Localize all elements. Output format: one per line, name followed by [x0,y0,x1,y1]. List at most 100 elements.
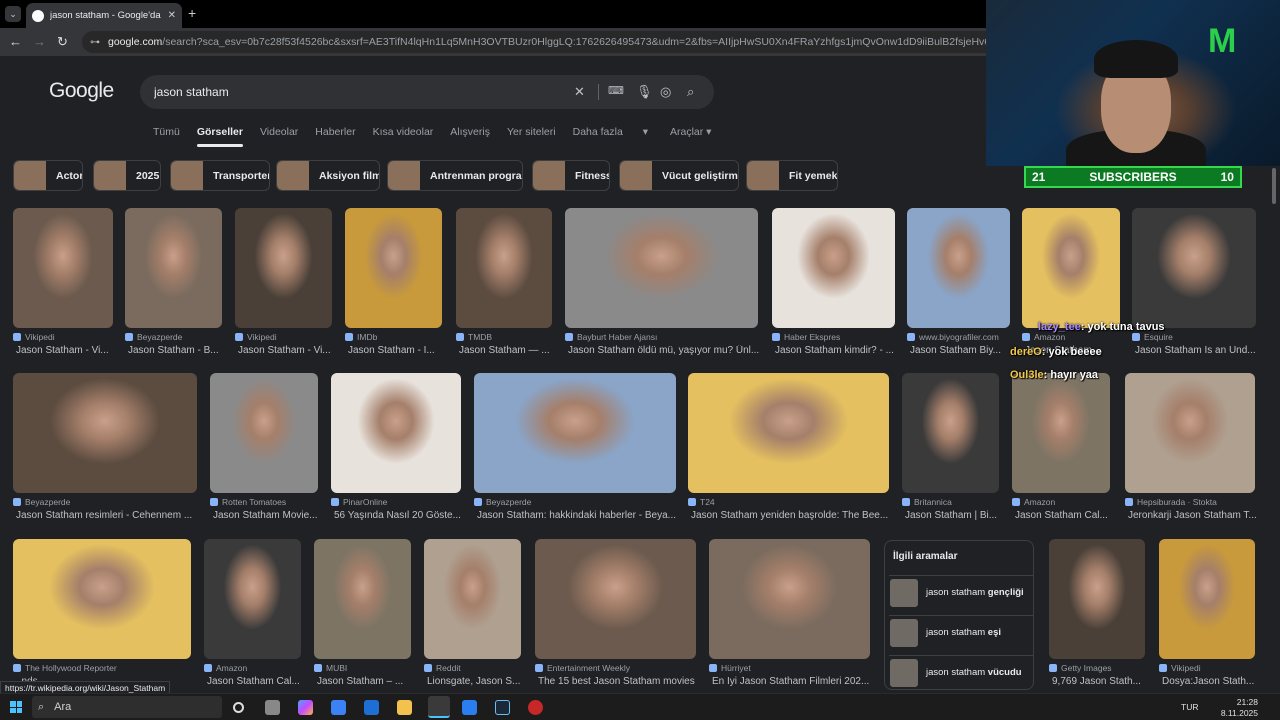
language-indicator[interactable]: TUR [1181,702,1198,712]
result-thumbnail[interactable] [331,373,461,493]
store-icon[interactable] [462,700,477,715]
result-thumbnail[interactable] [772,208,895,328]
search-box[interactable]: ✕ ⌨ 🎙 ◎ ⌕ [140,75,714,109]
result-title[interactable]: Jason Statham - Vi... [238,345,337,356]
tab-videos[interactable]: Videolar [260,126,298,138]
result-title[interactable]: Jason Statham | Bi... [905,510,1004,521]
filter-chip[interactable]: Aksiyon filmi [276,160,380,191]
related-item[interactable]: jason statham eşi [889,615,1033,649]
result-title[interactable]: Lionsgate, Jason S... [427,676,526,687]
result-source[interactable]: Getty Images [1049,663,1112,673]
result-source[interactable]: Beyazperde [13,497,70,507]
result-source[interactable]: IMDb [345,332,377,342]
result-title[interactable]: Jason Statham Movie... [213,510,323,521]
reload-icon[interactable]: ↻ [57,34,68,50]
clock[interactable]: 21:28 8.11.2025 [1221,697,1258,719]
result-thumbnail[interactable] [13,208,113,328]
result-source[interactable]: Hepsiburada · Stokta [1125,497,1217,507]
result-title[interactable]: Jason Statham — ... [459,345,557,356]
filter-chip[interactable]: Actor [13,160,83,191]
tab-news[interactable]: Haberler [315,126,355,138]
result-title[interactable]: 56 Yaşında Nasıl 20 Göste... [334,510,466,521]
result-source[interactable]: Britannica [902,497,952,507]
result-title[interactable]: Jason Statham Cal... [1015,510,1115,521]
result-thumbnail[interactable] [345,208,442,328]
chrome-icon[interactable] [428,696,450,718]
result-thumbnail[interactable] [13,539,191,659]
result-source[interactable]: Amazon [1012,497,1055,507]
result-title[interactable]: Jason Statham Is an Und... [1135,345,1261,356]
result-thumbnail[interactable] [1022,208,1120,328]
result-thumbnail[interactable] [535,539,696,659]
result-source[interactable]: MUBI [314,663,347,673]
result-title[interactable]: Dosya:Jason Stath... [1162,676,1260,687]
related-item[interactable]: jason statham gençliği [889,575,1033,609]
result-thumbnail[interactable] [1132,208,1256,328]
tab-search-button[interactable]: ⌄ [5,6,21,22]
result-title[interactable]: 9,769 Jason Stath... [1052,676,1150,687]
result-source[interactable]: Vikipedi [1159,663,1201,673]
result-source[interactable]: The Hollywood Reporter [13,663,117,673]
result-source[interactable]: Bayburt Haber Ajansı [565,332,657,342]
result-thumbnail[interactable] [709,539,870,659]
result-title[interactable]: En İyi Jason Statham Filmleri 202... [712,676,875,687]
taskbar-search[interactable]: ⌕ Ara [32,696,222,718]
result-thumbnail[interactable] [125,208,222,328]
windows-start-icon[interactable] [10,701,22,713]
copilot-icon[interactable] [298,700,313,715]
scrollbar-thumb[interactable] [1272,168,1276,204]
result-thumbnail[interactable] [902,373,999,493]
tab-places[interactable]: Yer siteleri [507,126,556,138]
result-source[interactable]: PinarOnline [331,497,387,507]
tab-more[interactable]: Daha fazla ▾ [573,126,648,138]
filter-chip[interactable]: Antrenman programı [387,160,523,191]
new-tab-button[interactable]: + [188,5,196,21]
result-source[interactable]: Haber Ekspres [772,332,840,342]
result-title[interactable]: Jason Statham Biy... [910,345,1015,356]
filter-chip[interactable]: Fit yemek [746,160,838,191]
clear-icon[interactable]: ✕ [574,84,585,100]
result-source[interactable]: Vikipedi [13,332,55,342]
result-thumbnail[interactable] [424,539,521,659]
address-bar[interactable]: ⊶ google.com/search?sca_esv=0b7c28f53f45… [82,31,1002,53]
result-thumbnail[interactable] [474,373,676,493]
result-source[interactable]: Rotten Tomatoes [210,497,286,507]
result-thumbnail[interactable] [1012,373,1110,493]
result-thumbnail[interactable] [1125,373,1255,493]
keyboard-icon[interactable]: ⌨ [608,84,624,97]
result-source[interactable]: Vikipedi [235,332,277,342]
related-item[interactable]: jason statham vücudu [889,655,1033,689]
result-source[interactable]: T24 [688,497,715,507]
result-thumbnail[interactable] [688,373,889,493]
result-title[interactable]: The 15 best Jason Statham movies [538,676,701,687]
result-thumbnail[interactable] [907,208,1010,328]
result-thumbnail[interactable] [235,208,332,328]
result-thumbnail[interactable] [1049,539,1145,659]
result-thumbnail[interactable] [210,373,318,493]
result-title[interactable]: Jason Statham yeniden başrolde: The Bee.… [691,510,894,521]
lens-icon[interactable]: ◎ [660,84,671,100]
result-source[interactable]: www.biyografiler.com [907,332,999,342]
site-info-icon[interactable]: ⊶ [90,37,100,48]
result-source[interactable]: Entertainment Weekly [535,663,630,673]
steam-icon[interactable] [495,700,510,715]
forward-icon[interactable]: → [33,34,46,49]
result-title[interactable]: Jason Statham - B... [128,345,227,356]
search-icon[interactable]: ⌕ [687,84,694,100]
mail-icon[interactable] [364,700,379,715]
result-title[interactable]: Jason Statham kimdir? - ... [775,345,900,356]
filter-chip[interactable]: Vücut geliştirme [619,160,739,191]
file-explorer-icon[interactable] [397,700,412,715]
microphone-icon[interactable]: 🎙 [636,84,653,100]
filter-chip[interactable]: Transporter [170,160,270,191]
result-source[interactable]: Amazon [1022,332,1065,342]
result-title[interactable]: Jason Statham resimleri - Cehennem ... [16,510,202,521]
browser-tab[interactable]: jason statham - Google'da Ara ✕ [26,3,182,28]
tab-shopping[interactable]: Alışveriş [450,126,490,138]
result-title[interactable]: Jeronkarji Jason Statham T... [1128,510,1260,521]
result-source[interactable]: Hürriyet [709,663,751,673]
result-thumbnail[interactable] [204,539,301,659]
tab-all[interactable]: Tümü [153,126,180,138]
search-input[interactable] [154,85,574,99]
result-title[interactable]: Jason Statham Cal... [207,676,306,687]
